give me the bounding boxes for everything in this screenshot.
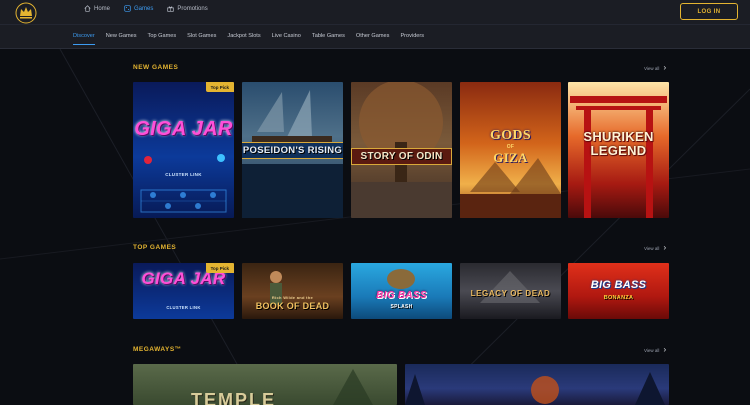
game-tile-big-bass-bonanza[interactable]: BIG BASS BONANZA bbox=[568, 263, 669, 319]
section-title-top-games: TOP GAMES bbox=[133, 244, 177, 251]
section-title-megaways: MEGAWAYS™ bbox=[133, 346, 182, 353]
tab-top-games[interactable]: Top Games bbox=[148, 33, 177, 39]
tile-title: LEGACY OF DEAD bbox=[470, 289, 551, 298]
top-bar: 21CASINO Home Games Promotions LOG IN bbox=[0, 0, 750, 30]
category-nav: Discover New Games Top Games Slot Games … bbox=[0, 24, 750, 48]
tile-subtitle: SPLASH bbox=[390, 304, 413, 310]
game-tile-megaways-2[interactable] bbox=[405, 364, 669, 405]
tile-title: STORY OF ODIN bbox=[351, 148, 452, 165]
tile-title: GIGA JAR bbox=[134, 118, 233, 140]
game-tile-giga-jar[interactable]: GIGA JAR CLUSTER LINK Top Pick bbox=[133, 82, 234, 218]
view-all-new-games[interactable]: View all › bbox=[644, 64, 666, 72]
game-tile-big-bass-splash[interactable]: BIG BASS SPLASH bbox=[351, 263, 452, 319]
view-all-label: View all bbox=[644, 245, 660, 251]
tab-new-games[interactable]: New Games bbox=[106, 33, 137, 39]
section-title-new-games: NEW GAMES bbox=[133, 64, 179, 71]
view-all-top-games[interactable]: View all › bbox=[644, 244, 666, 252]
header-divider bbox=[0, 48, 750, 49]
tile-title: BIG BASS bbox=[376, 290, 427, 301]
dice-icon bbox=[124, 5, 131, 12]
tab-jackpot-slots[interactable]: Jackpot Slots bbox=[227, 33, 260, 39]
tile-title2: GIZA bbox=[493, 150, 528, 165]
night-forest-art bbox=[405, 372, 665, 405]
login-button[interactable]: LOG IN bbox=[680, 3, 738, 20]
view-all-megaways[interactable]: View all › bbox=[644, 346, 666, 354]
game-tile-legacy-of-dead[interactable]: LEGACY OF DEAD bbox=[460, 263, 561, 319]
tab-other-games[interactable]: Other Games bbox=[356, 33, 390, 39]
chevron-right-icon: › bbox=[663, 345, 667, 354]
tile-title: SHURIKEN LEGEND bbox=[583, 129, 654, 158]
nav-promotions[interactable]: Promotions bbox=[167, 5, 208, 12]
tab-discover[interactable]: Discover bbox=[73, 33, 95, 45]
nav-games-label: Games bbox=[134, 5, 154, 12]
view-all-label: View all bbox=[644, 347, 660, 353]
tile-title: POSEIDON'S RISING bbox=[242, 142, 343, 159]
tile-title: BIG BASS bbox=[590, 279, 647, 291]
main-nav: Home Games Promotions bbox=[84, 5, 208, 12]
game-tile-story-of-odin[interactable]: STORY OF ODIN bbox=[351, 82, 452, 218]
nav-promotions-label: Promotions bbox=[177, 5, 208, 12]
nav-home-label: Home bbox=[94, 5, 111, 12]
top-pick-badge: Top Pick bbox=[205, 263, 234, 273]
nav-games[interactable]: Games bbox=[124, 5, 153, 12]
tab-live-casino[interactable]: Live Casino bbox=[272, 33, 301, 39]
view-all-label: View all bbox=[644, 65, 660, 71]
top-pick-badge: Top Pick bbox=[205, 82, 234, 92]
tab-slot-games[interactable]: Slot Games bbox=[187, 33, 216, 39]
game-tile-giga-jar[interactable]: GIGA JAR CLUSTER LINK Top Pick bbox=[133, 263, 234, 319]
house-icon bbox=[84, 5, 91, 12]
game-tile-gods-of-giza[interactable]: GODS OF GIZA bbox=[460, 82, 561, 218]
crown-logo-icon bbox=[15, 2, 37, 24]
tile-subtitle: BONANZA bbox=[603, 295, 634, 301]
game-tile-poseidons-rising[interactable]: POSEIDON'S RISING bbox=[242, 82, 343, 218]
tile-title: TEMPLE bbox=[191, 390, 277, 405]
tile-pre: Rich Wilde and the bbox=[271, 295, 314, 300]
game-tile-temple[interactable]: TEMPLE bbox=[133, 364, 397, 405]
tab-table-games[interactable]: Table Games bbox=[312, 33, 345, 39]
game-tile-shuriken-legend[interactable]: SHURIKEN LEGEND bbox=[568, 82, 669, 218]
giga-jar-art bbox=[140, 154, 227, 213]
nav-home[interactable]: Home bbox=[84, 5, 110, 12]
chevron-right-icon: › bbox=[663, 243, 667, 252]
tab-providers[interactable]: Providers bbox=[400, 33, 424, 39]
tile-subtitle: CLUSTER LINK bbox=[165, 172, 202, 177]
gift-icon bbox=[167, 6, 175, 12]
tile-title: GODS bbox=[490, 128, 531, 143]
tile-title: BOOK OF DEAD bbox=[255, 301, 330, 311]
chevron-right-icon: › bbox=[663, 63, 667, 72]
tile-subtitle: CLUSTER LINK bbox=[166, 305, 201, 310]
game-tile-book-of-dead[interactable]: Rich Wilde and the BOOK OF DEAD bbox=[242, 263, 343, 319]
